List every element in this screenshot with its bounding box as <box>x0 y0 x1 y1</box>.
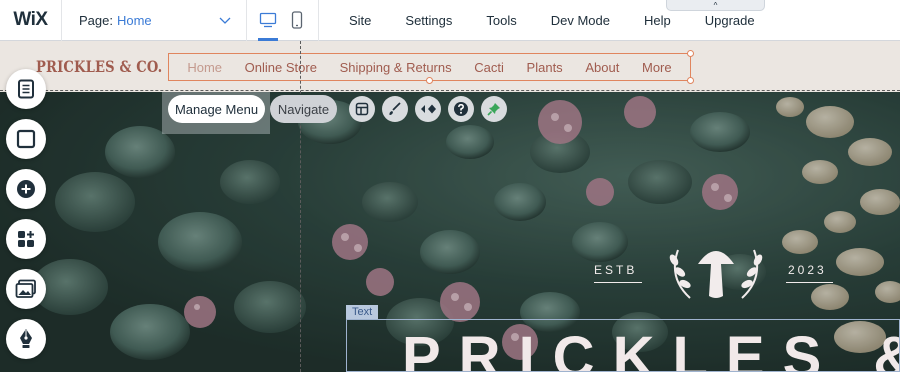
estb-label: ESTB <box>594 263 638 277</box>
collapse-topbar-button[interactable]: ^ <box>666 0 765 11</box>
estb-underline <box>594 282 642 283</box>
collapse-caret-icon: ^ <box>713 0 718 10</box>
background-icon <box>16 129 36 149</box>
nav-item-online-store[interactable]: Online Store <box>245 60 317 75</box>
help-button[interactable] <box>448 96 474 122</box>
year-label: 2023 <box>788 263 827 277</box>
site-nav-menu: Home Online Store Shipping & Returns Cac… <box>168 53 691 81</box>
menu-site[interactable]: Site <box>349 13 371 28</box>
pin-button[interactable] <box>481 96 507 122</box>
page-name: Home <box>116 12 152 28</box>
mobile-icon <box>292 11 303 29</box>
pages-icon <box>18 79 34 99</box>
menu-tools[interactable]: Tools <box>486 13 516 28</box>
text-element-frame[interactable] <box>346 319 900 372</box>
page-selector[interactable]: Page: Home <box>62 0 247 41</box>
year-underline <box>786 282 833 283</box>
menu-dev-mode[interactable]: Dev Mode <box>551 13 610 28</box>
pen-icon <box>20 329 32 348</box>
site-brand-logo[interactable]: PRICKLES & CO. <box>36 57 162 76</box>
element-toolbar: Manage Menu Navigate <box>168 95 507 123</box>
device-switcher <box>247 0 319 41</box>
nav-item-plants[interactable]: Plants <box>527 60 563 75</box>
pin-icon <box>487 103 500 116</box>
page-label: Page: <box>79 12 113 28</box>
mobile-view-button[interactable] <box>286 9 308 31</box>
animation-icon <box>421 104 436 114</box>
background-button[interactable] <box>6 119 46 159</box>
menu-help[interactable]: Help <box>644 13 671 28</box>
editor-main-menu: Site Settings Tools Dev Mode Help Upgrad… <box>349 13 755 28</box>
nav-item-more[interactable]: More <box>642 60 672 75</box>
blog-button[interactable] <box>6 319 46 359</box>
app-market-icon <box>18 231 34 247</box>
layout-button[interactable] <box>349 96 375 122</box>
layout-icon <box>355 102 369 116</box>
desktop-view-button[interactable] <box>257 9 279 31</box>
chevron-down-icon <box>219 17 231 24</box>
text-element-tag: Text <box>346 305 379 319</box>
nav-item-shipping-returns[interactable]: Shipping & Returns <box>340 60 452 75</box>
desktop-icon <box>259 12 276 28</box>
animation-button[interactable] <box>415 96 441 122</box>
nav-item-home[interactable]: Home <box>187 60 222 75</box>
manage-menu-button[interactable]: Manage Menu <box>168 95 265 123</box>
menu-settings[interactable]: Settings <box>405 13 452 28</box>
active-device-indicator <box>258 37 278 41</box>
design-brush-icon <box>389 102 401 115</box>
media-button[interactable] <box>6 269 46 309</box>
wix-logo[interactable]: WiX <box>0 0 62 41</box>
add-icon <box>17 180 35 198</box>
help-icon <box>454 102 468 116</box>
menu-upgrade[interactable]: Upgrade <box>705 13 755 28</box>
navigate-button[interactable]: Navigate <box>270 95 337 123</box>
mushroom-wreath-icon <box>669 249 763 299</box>
pages-button[interactable] <box>6 69 46 109</box>
design-button[interactable] <box>382 96 408 122</box>
horizontal-guide-line <box>0 90 900 91</box>
nav-item-cacti[interactable]: Cacti <box>474 60 504 75</box>
nav-item-about[interactable]: About <box>585 60 619 75</box>
app-market-button[interactable] <box>6 219 46 259</box>
media-icon <box>15 279 36 298</box>
add-button[interactable] <box>6 169 46 209</box>
editor-top-bar: WiX Page: Home Site Settings Tools Dev M… <box>0 0 900 41</box>
